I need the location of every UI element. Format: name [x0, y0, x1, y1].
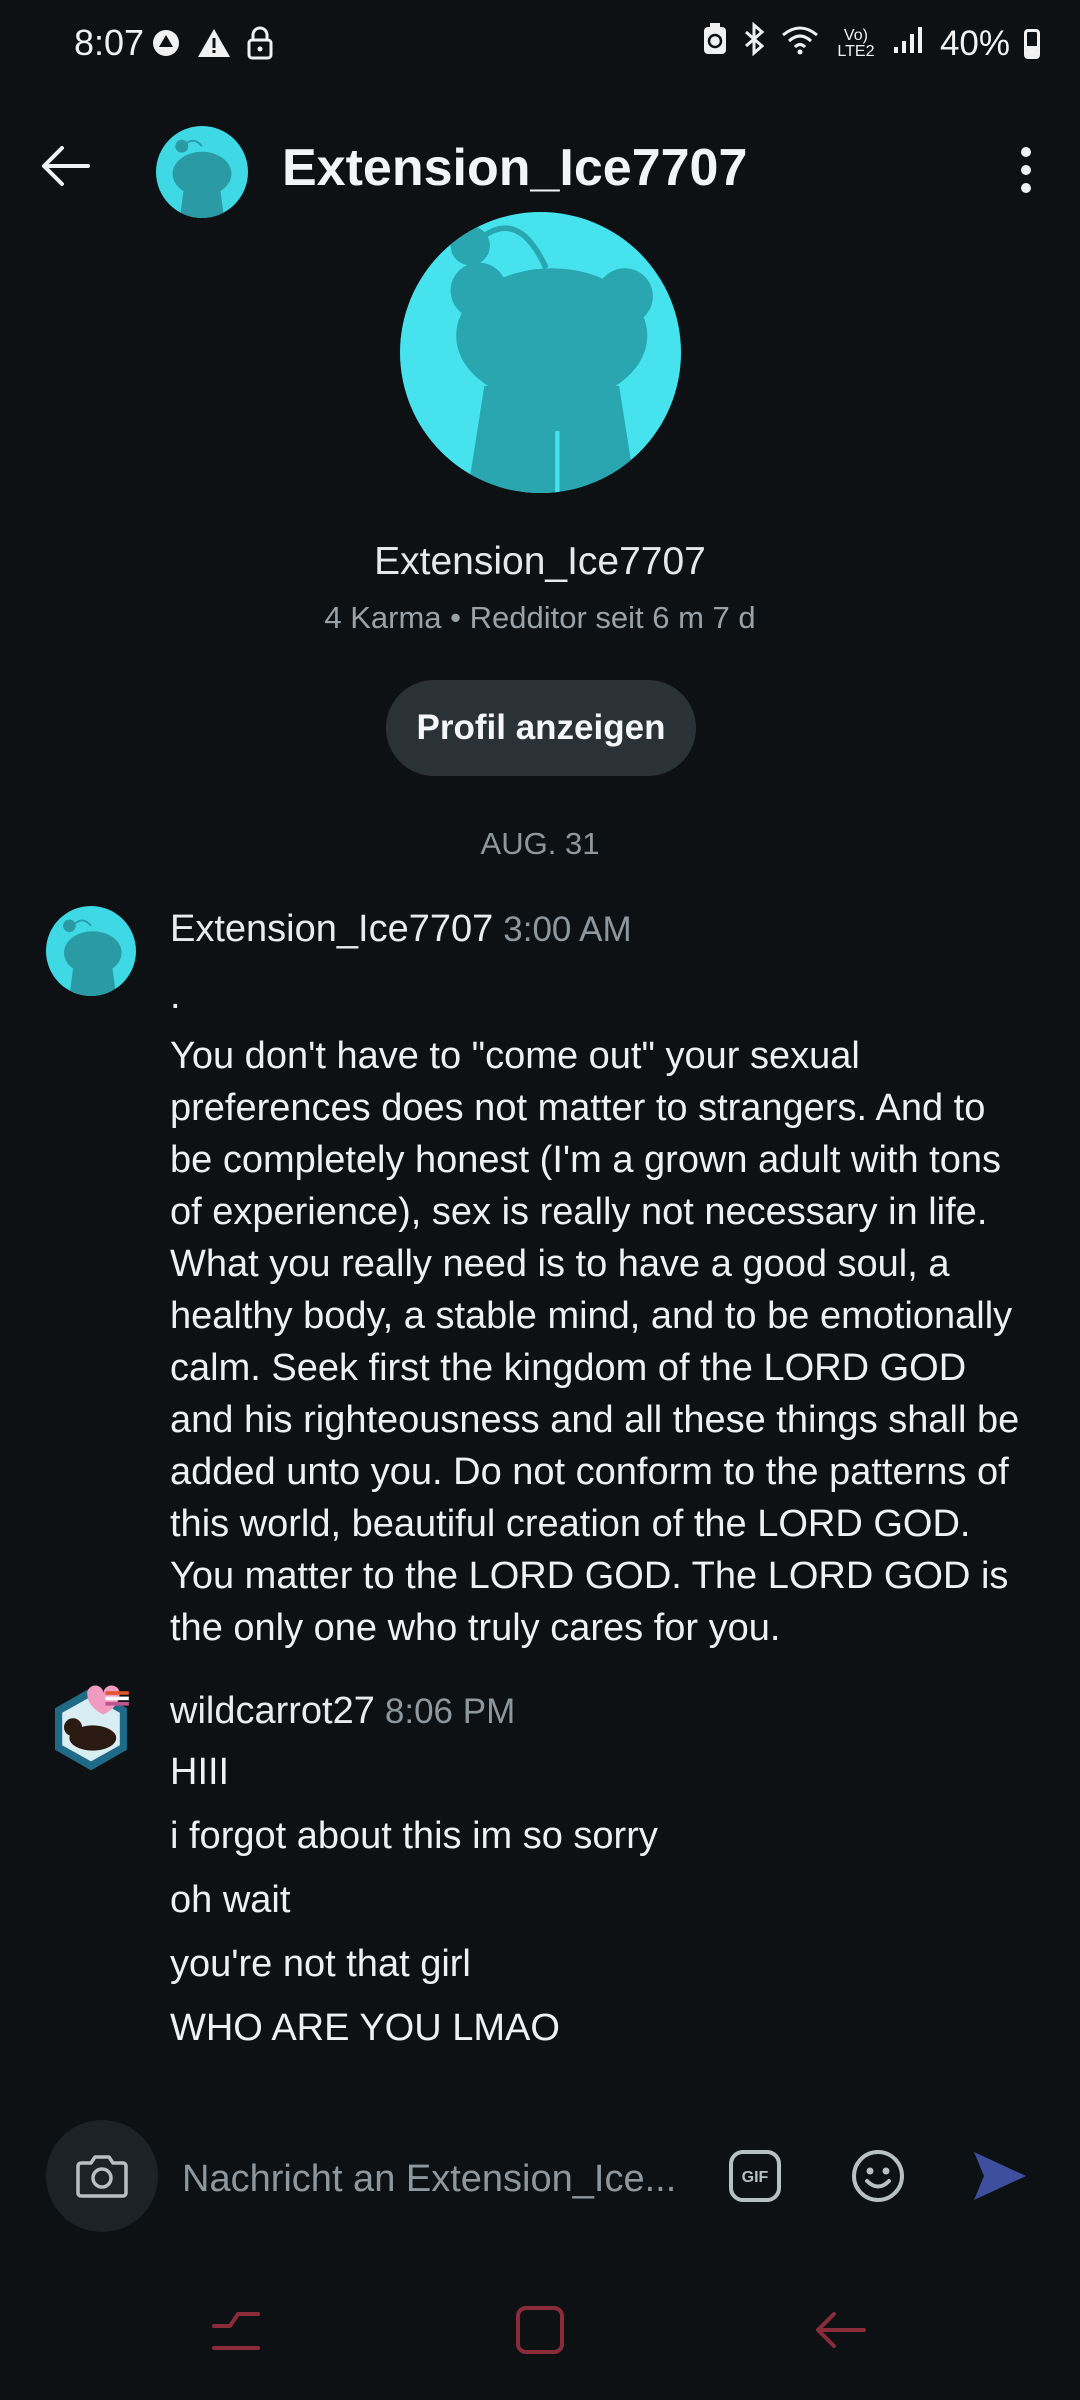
message-line: WHO ARE YOU LMAO — [170, 2007, 560, 2049]
battery-percent: 40% — [939, 23, 1010, 63]
message-author[interactable]: Extension_Ice7707 — [170, 908, 493, 950]
message-line: i forgot about this im so sorry — [170, 1815, 658, 1857]
view-profile-button[interactable]: Profil anzeigen — [386, 680, 696, 776]
status-left-icons — [150, 26, 274, 65]
status-time: 8:07 — [74, 22, 145, 63]
recent-apps-button[interactable] — [206, 2300, 266, 2360]
recent-apps-icon — [212, 2312, 260, 2350]
lock-icon — [246, 26, 274, 65]
date-separator: AUG. 31 — [480, 826, 600, 861]
snoo-avatar-icon — [63, 919, 122, 996]
message-line: . — [170, 975, 181, 1017]
battery-icon — [1024, 28, 1040, 59]
message-header: Extension_Ice7707 3:00 AM — [170, 908, 632, 951]
back-button[interactable] — [36, 136, 96, 196]
network-label: Vo) LTE2 — [837, 26, 875, 60]
emoji-icon — [852, 2150, 904, 2202]
arrow-left-icon — [42, 146, 90, 186]
home-icon — [516, 2306, 564, 2354]
header-avatar[interactable] — [156, 126, 248, 218]
warning-icon — [196, 27, 232, 64]
profile-name: Extension_Ice7707 — [374, 540, 706, 583]
message-author[interactable]: wildcarrot27 — [170, 1690, 375, 1732]
user-avatar-icon — [55, 1685, 129, 1771]
vpn-icon — [150, 27, 182, 64]
signal-icon — [892, 24, 926, 64]
message-line: HIII — [170, 1751, 230, 1793]
message-line: You don't have to "come out" your sexual… — [170, 1035, 1020, 1649]
more-vertical-icon — [1021, 147, 1031, 193]
message-time: 8:06 PM — [384, 1692, 516, 1731]
battery-saver-icon — [702, 22, 728, 65]
camera-icon — [76, 2155, 128, 2198]
wifi-icon — [780, 23, 820, 64]
message-input[interactable] — [180, 2148, 684, 2210]
message-header: wildcarrot27 8:06 PM — [170, 1690, 515, 1733]
home-button[interactable] — [510, 2300, 570, 2360]
back-nav-icon — [816, 2312, 866, 2348]
profile-meta: 4 Karma • Redditor seit 6 m 7 d — [324, 600, 756, 635]
status-right: Vo) LTE2 40% — [702, 21, 1040, 65]
profile-avatar[interactable] — [400, 212, 681, 493]
bluetooth-icon — [742, 21, 766, 65]
snoo-avatar-icon — [450, 225, 653, 493]
message-time: 3:00 AM — [503, 910, 632, 949]
snoo-avatar-icon — [172, 139, 232, 218]
message-avatar[interactable] — [46, 906, 136, 996]
gif-button[interactable]: GIF — [728, 2149, 782, 2203]
send-icon — [974, 2152, 1026, 2200]
send-button[interactable] — [970, 2148, 1030, 2204]
back-nav-button[interactable] — [810, 2300, 870, 2360]
emoji-button[interactable] — [850, 2148, 906, 2204]
message-line: you're not that girl — [170, 1943, 471, 1985]
gif-icon: GIF — [729, 2150, 781, 2202]
message-avatar[interactable] — [46, 1684, 136, 1774]
more-options-button[interactable] — [1006, 140, 1046, 200]
conversation-title: Extension_Ice7707 — [282, 139, 748, 197]
message-line: oh wait — [170, 1879, 291, 1921]
gif-label: GIF — [742, 2169, 769, 2186]
camera-button[interactable] — [46, 2120, 158, 2232]
